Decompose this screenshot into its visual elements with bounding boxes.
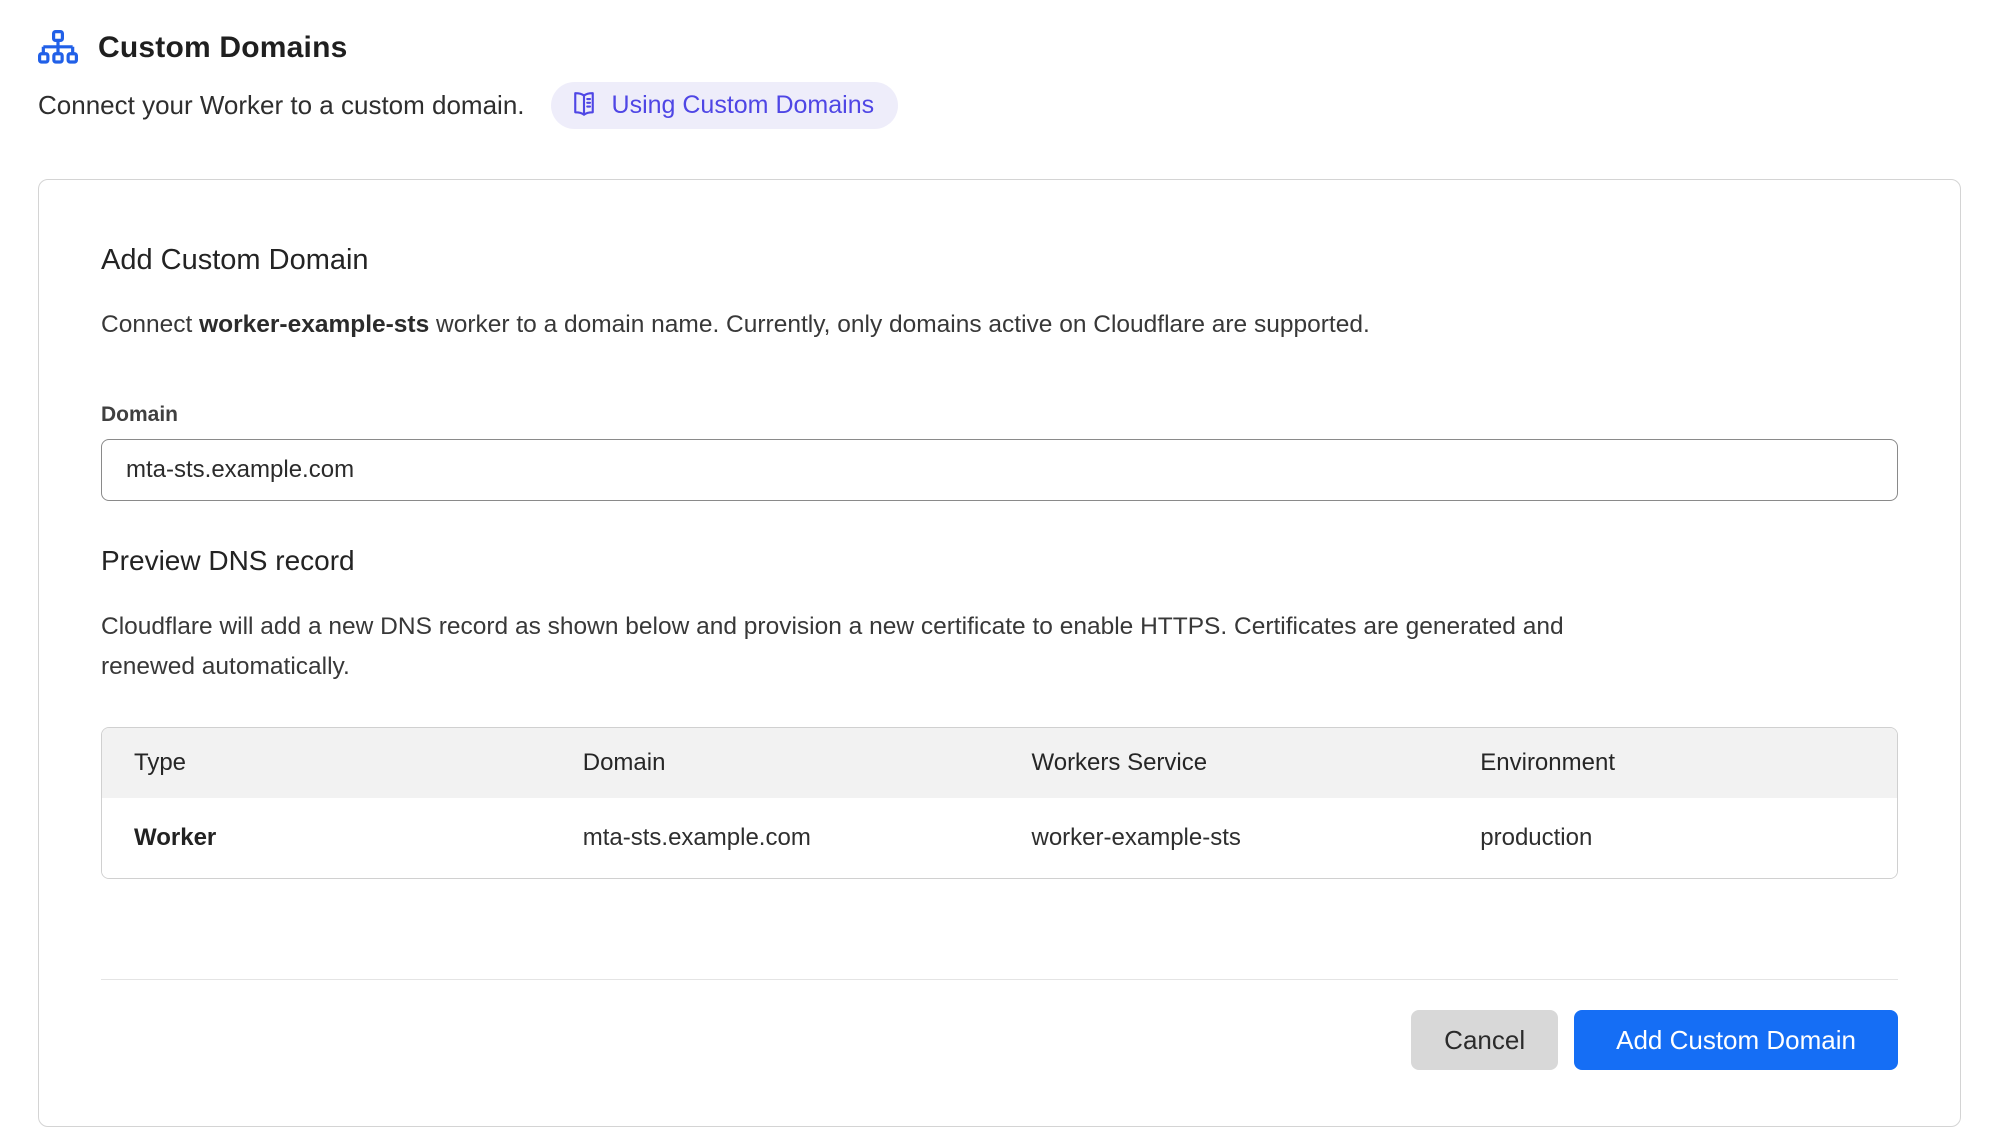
domain-input[interactable] bbox=[101, 439, 1898, 501]
cell-domain: mta-sts.example.com bbox=[551, 798, 1000, 878]
column-header-type: Type bbox=[102, 728, 551, 798]
cancel-button[interactable]: Cancel bbox=[1411, 1010, 1558, 1070]
page-title: Custom Domains bbox=[98, 31, 348, 65]
table-header-row: Type Domain Workers Service Environment bbox=[102, 728, 1897, 798]
page-subheader: Connect your Worker to a custom domain. … bbox=[38, 82, 1961, 129]
footer-divider bbox=[101, 979, 1898, 980]
preview-dns-description: Cloudflare will add a new DNS record as … bbox=[101, 607, 1611, 687]
cell-workers-service: worker-example-sts bbox=[1000, 798, 1449, 878]
docs-link-using-custom-domains[interactable]: Using Custom Domains bbox=[551, 82, 899, 129]
domain-field-label: Domain bbox=[101, 403, 1898, 427]
dns-preview-table: Type Domain Workers Service Environment … bbox=[101, 727, 1898, 879]
column-header-environment: Environment bbox=[1448, 728, 1897, 798]
description-suffix: worker to a domain name. Currently, only… bbox=[429, 311, 1370, 338]
add-custom-domain-button[interactable]: Add Custom Domain bbox=[1574, 1010, 1898, 1070]
description-prefix: Connect bbox=[101, 311, 199, 338]
column-header-domain: Domain bbox=[551, 728, 1000, 798]
table-row: Worker mta-sts.example.com worker-exampl… bbox=[102, 798, 1897, 878]
add-custom-domain-panel: Add Custom Domain Connect worker-example… bbox=[38, 179, 1961, 1127]
panel-heading: Add Custom Domain bbox=[101, 244, 1898, 277]
sitemap-icon bbox=[38, 30, 78, 66]
spacer bbox=[101, 879, 1898, 979]
cell-type: Worker bbox=[102, 798, 551, 878]
preview-dns-heading: Preview DNS record bbox=[101, 545, 1898, 577]
page-subtitle: Connect your Worker to a custom domain. bbox=[38, 90, 525, 121]
panel-footer: Cancel Add Custom Domain bbox=[101, 1010, 1898, 1070]
book-open-icon bbox=[569, 89, 599, 122]
panel-description: Connect worker-example-sts worker to a d… bbox=[101, 311, 1898, 339]
page-header: Custom Domains bbox=[38, 30, 1961, 66]
worker-name: worker-example-sts bbox=[199, 311, 429, 338]
custom-domains-page: Custom Domains Connect your Worker to a … bbox=[0, 0, 1999, 1127]
cell-environment: production bbox=[1448, 798, 1897, 878]
docs-link-label: Using Custom Domains bbox=[612, 91, 875, 120]
column-header-workers-service: Workers Service bbox=[1000, 728, 1449, 798]
